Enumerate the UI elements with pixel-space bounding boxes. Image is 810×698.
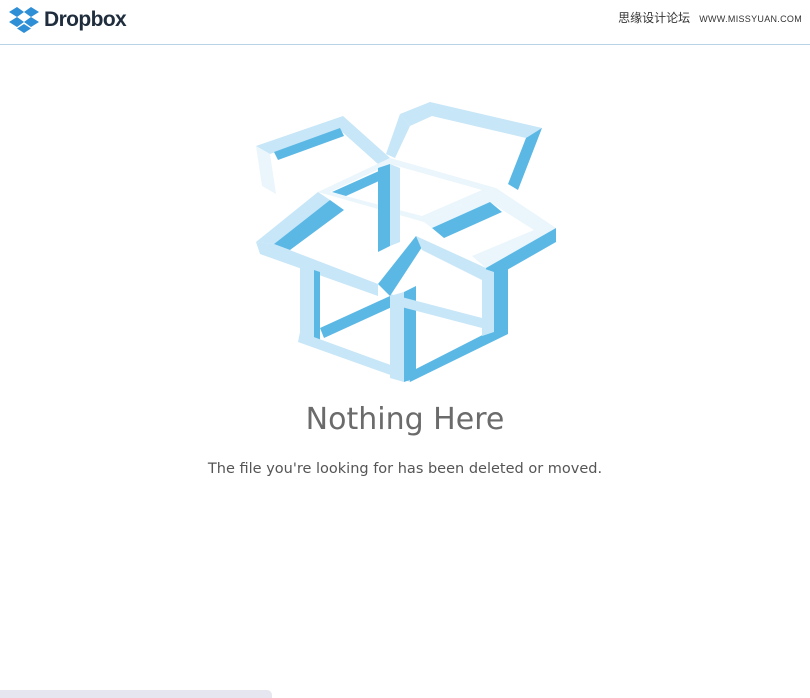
- open-box-illustration: [256, 102, 556, 382]
- dropbox-logo-link[interactable]: Dropbox: [8, 6, 127, 34]
- watermark: 思缘设计论坛 WWW.MISSYUAN.COM: [618, 9, 802, 26]
- logo-text: Dropbox: [44, 8, 127, 31]
- browser-status-bar: [0, 690, 272, 698]
- error-message: The file you're looking for has been del…: [207, 461, 603, 477]
- watermark-cn: 思缘设计论坛: [618, 11, 691, 25]
- top-header: Dropbox 思缘设计论坛 WWW.MISSYUAN.COM: [0, 0, 810, 45]
- error-page: Dropbox 思缘设计论坛 WWW.MISSYUAN.COM Nothing …: [0, 0, 810, 698]
- dropbox-logo-icon: [9, 7, 39, 33]
- page-title: Nothing Here: [305, 402, 505, 437]
- watermark-url: WWW.MISSYUAN.COM: [699, 14, 802, 24]
